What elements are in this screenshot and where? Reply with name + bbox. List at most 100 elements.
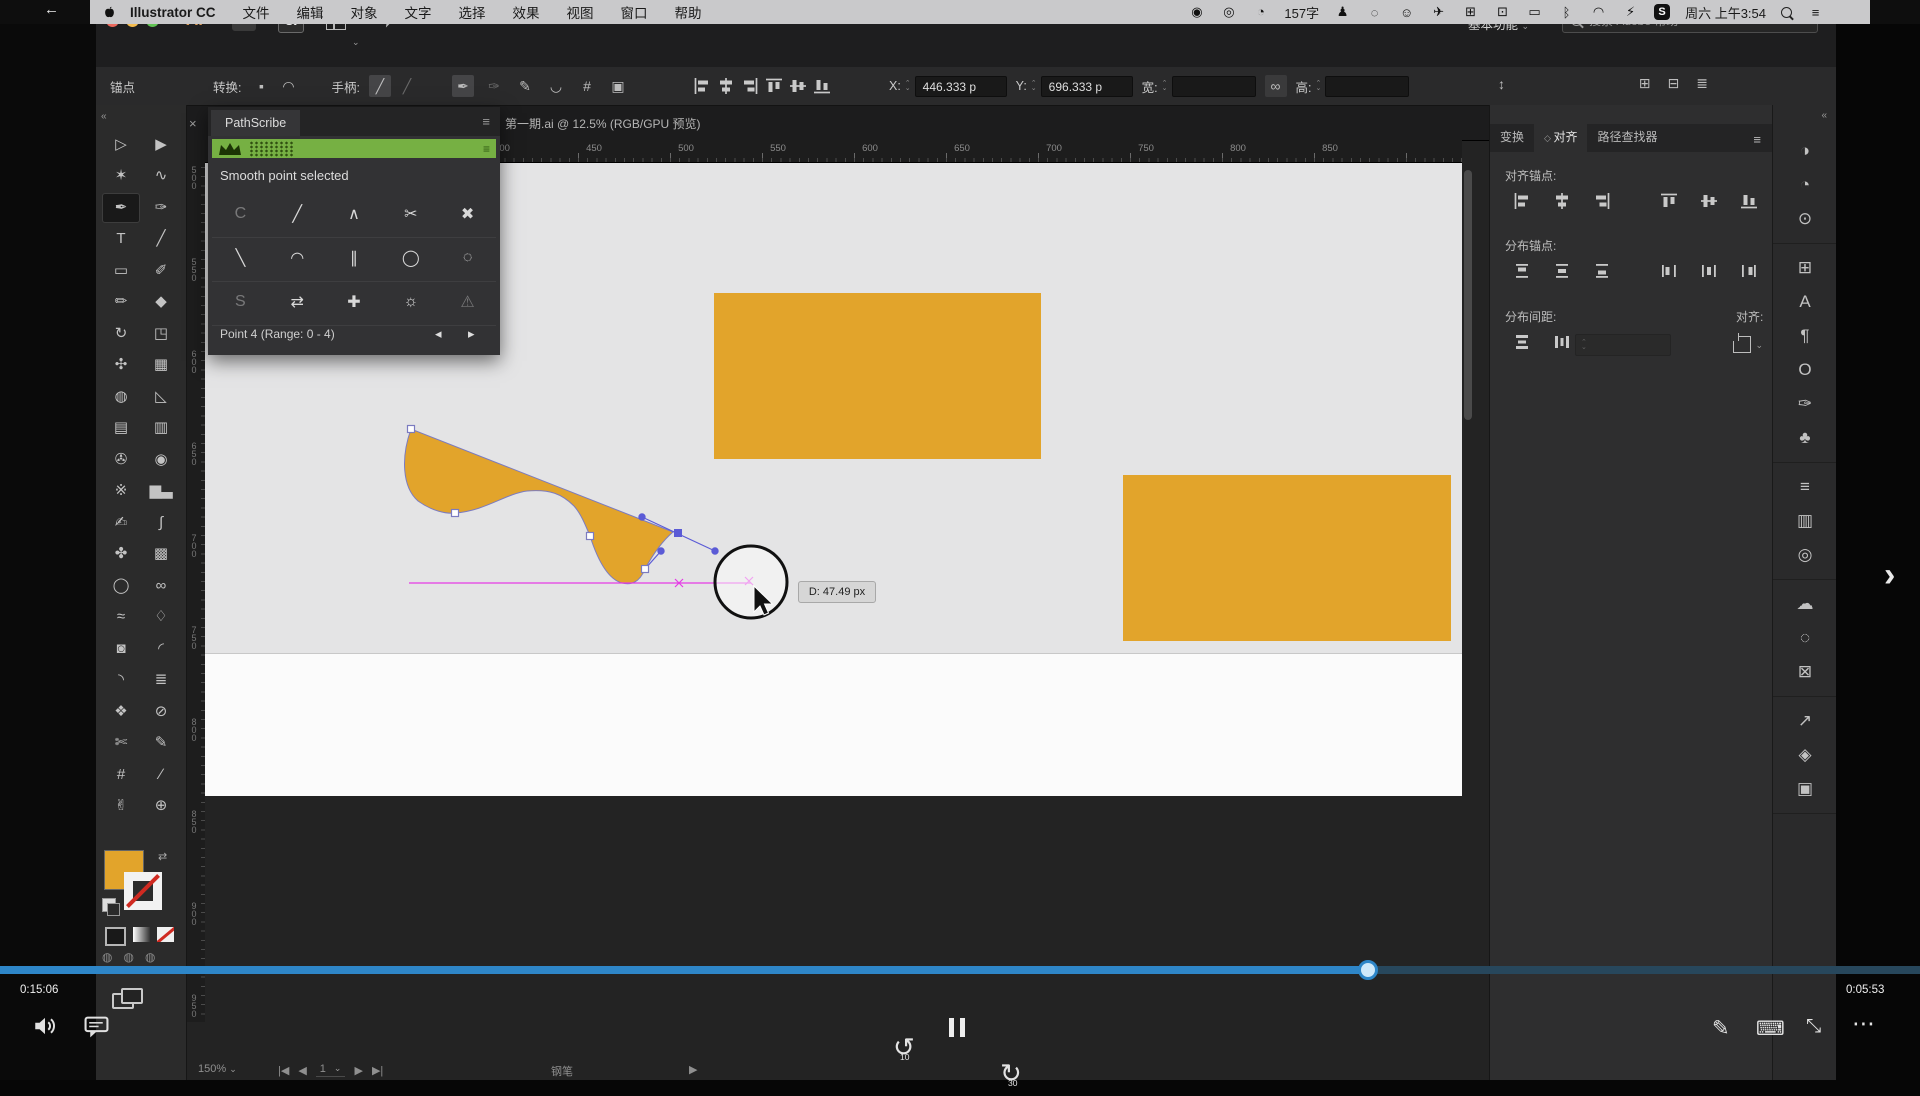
delete-anchor-icon[interactable]: ✎ — [514, 75, 536, 97]
stroke-panel-icon[interactable]: ≡ — [1773, 470, 1837, 504]
type-tool[interactable]: T — [103, 225, 139, 253]
blade-tool[interactable]: ✎ — [143, 729, 179, 757]
swap-handles-icon[interactable]: ⇄ — [282, 292, 312, 312]
space-v-button[interactable] — [1502, 330, 1542, 354]
menu-clock[interactable]: 周六 上午3:54 — [1685, 3, 1766, 22]
direct-selection-tool[interactable]: ▷ — [103, 131, 139, 159]
selected-anchor-point[interactable] — [675, 530, 682, 537]
export-panel-icon[interactable]: ↗ — [1773, 704, 1837, 738]
previous-point-button[interactable]: ◂ — [435, 326, 442, 342]
chevron-down-icon[interactable]: ⌄ — [352, 37, 360, 48]
draw-mode-buttons[interactable]: ◍◍◍ — [102, 950, 155, 964]
align-to-artboard-dropdown[interactable]: ⌄ — [1733, 334, 1763, 355]
prev-artboard-button[interactable]: ◀ — [298, 1064, 306, 1077]
arc-tool[interactable]: ◜ — [143, 635, 179, 663]
zoom-level-dropdown[interactable]: 150% ⌄ — [198, 1063, 237, 1075]
parallel-handles-icon[interactable]: ∥ — [339, 248, 369, 268]
curve-adjust-icon[interactable]: ◠ — [282, 248, 312, 268]
character-panel-icon[interactable]: A — [1773, 285, 1837, 319]
menu-item[interactable]: 帮助 — [675, 2, 702, 22]
default-fill-stroke-icon[interactable] — [102, 898, 116, 912]
align-bottom-button[interactable] — [813, 77, 831, 95]
sidecar-icon[interactable]: ⊡ — [1494, 4, 1511, 20]
crop-area-icon[interactable]: # — [576, 75, 598, 97]
creative-cloud-icon[interactable]: ◌ — [1366, 5, 1383, 20]
remote-control-icon[interactable]: ⌨ — [1756, 1016, 1785, 1041]
control-center-icon[interactable]: ≡ — [1807, 5, 1824, 20]
expand-panels-icon[interactable]: « — [1821, 110, 1827, 121]
wavy-shape[interactable] — [405, 429, 673, 584]
screen-time-icon[interactable]: ◔ — [1252, 4, 1269, 20]
selection-tool[interactable]: ▶ — [143, 131, 179, 159]
align-right-button[interactable] — [741, 77, 759, 95]
stepper-icon[interactable]: ⌃⌄ — [1316, 81, 1322, 91]
pathscribe-tab[interactable]: PathScribe — [211, 110, 300, 136]
color-panel-icon[interactable]: ◑ — [1773, 134, 1837, 168]
align-center-h-button[interactable] — [717, 77, 735, 95]
join-tool[interactable]: ∫ — [143, 509, 179, 537]
collapse-tools-icon[interactable]: « — [101, 111, 107, 122]
artboard-number-dropdown[interactable]: 1⌄ — [316, 1063, 346, 1077]
transparency-panel-icon[interactable]: ◎ — [1773, 538, 1837, 572]
align-right-button[interactable] — [1582, 189, 1622, 213]
height-field[interactable]: 高: ⌃⌄ — [1296, 76, 1410, 97]
tab-align[interactable]: 对齐 — [1534, 122, 1587, 152]
curve-wave-tool[interactable]: ≈ — [103, 603, 139, 631]
perspective-grid-tool[interactable]: ◺ — [143, 383, 179, 411]
s-app-icon[interactable]: S — [1654, 4, 1670, 20]
hand-tool[interactable]: ✌ — [103, 792, 139, 820]
last-artboard-button[interactable]: ▶| — [372, 1064, 383, 1077]
radiate-handles-icon[interactable]: ☼ — [396, 293, 426, 311]
apple-icon[interactable] — [103, 5, 116, 20]
rotate-view-tool[interactable]: ◝ — [103, 666, 139, 694]
volume-button[interactable] — [32, 1013, 58, 1044]
rotate-tool[interactable]: ↻ — [103, 320, 139, 348]
align-center-h-button[interactable] — [1542, 189, 1582, 213]
telegram-icon[interactable]: ✈ — [1430, 4, 1447, 20]
pattern-options-panel-icon[interactable]: ⊙ — [1773, 202, 1837, 236]
align-middle-v-button[interactable] — [1689, 189, 1729, 213]
comments-button[interactable] — [84, 1016, 109, 1044]
menu-item[interactable]: 对象 — [351, 2, 378, 22]
menu-item[interactable]: 文字 — [405, 2, 432, 22]
color-button[interactable] — [105, 927, 126, 946]
gradient-panel-panel-icon[interactable]: ▥ — [1773, 504, 1837, 538]
eyedropper-tool[interactable]: ✇ — [103, 446, 139, 474]
align-top-button[interactable] — [765, 77, 783, 95]
spotlight-icon[interactable] — [1781, 7, 1792, 18]
add-anchor-icon[interactable]: ✑ — [483, 75, 505, 97]
width-field[interactable]: 宽: ⌃⌄ — [1142, 76, 1256, 97]
orange-rectangle-1[interactable] — [714, 293, 1041, 459]
symbols-panel-icon[interactable]: ♣ — [1773, 421, 1837, 455]
opentype-panel-icon[interactable]: O — [1773, 353, 1837, 387]
gradient-tool-tool[interactable]: ▥ — [143, 414, 179, 442]
eraser-tool[interactable]: ◆ — [143, 288, 179, 316]
wifi-icon[interactable]: ◠ — [1590, 4, 1607, 20]
stepper-icon[interactable]: ⌃⌄ — [1031, 81, 1037, 91]
grid-view-icon[interactable]: ⊞ — [1639, 75, 1651, 92]
active-app-name[interactable]: Illustrator CC — [130, 5, 216, 20]
menu-item[interactable]: 编辑 — [297, 2, 324, 22]
menu-item[interactable]: 窗口 — [621, 2, 648, 22]
scale-tool[interactable]: ◳ — [143, 320, 179, 348]
swatches-panel-icon[interactable]: ⊞ — [1773, 251, 1837, 285]
width-tool[interactable]: ✣ — [103, 351, 139, 379]
next-point-button[interactable]: ▸ — [468, 326, 475, 342]
tab-transform[interactable]: 变换 — [1490, 122, 1534, 152]
dist-center-v-button[interactable] — [1542, 259, 1582, 283]
align-left-button[interactable] — [693, 77, 711, 95]
shape-builder-tool[interactable]: ◍ — [103, 383, 139, 411]
measure-tool[interactable]: ≣ — [143, 666, 179, 694]
next-artboard-button[interactable]: ▶ — [354, 1064, 362, 1077]
c-shortcut-icon[interactable]: C — [225, 205, 255, 223]
align-bottom-button[interactable] — [1729, 189, 1769, 213]
stroke-color-swatch[interactable] — [124, 872, 162, 910]
close-path-icon[interactable]: ◯ — [396, 248, 426, 268]
exit-fullscreen-icon[interactable]: ⤡ — [1806, 1016, 1821, 1038]
stepper-icon[interactable]: ⌃⌄ — [1162, 81, 1168, 91]
camera-icon[interactable]: ◎ — [1220, 4, 1237, 20]
smooth-point-icon[interactable]: ╱ — [282, 204, 312, 224]
hide-handles-icon[interactable]: ╱ — [396, 75, 418, 97]
menu-item[interactable]: 效果 — [513, 2, 540, 22]
dist-bottom-button[interactable] — [1582, 259, 1622, 283]
